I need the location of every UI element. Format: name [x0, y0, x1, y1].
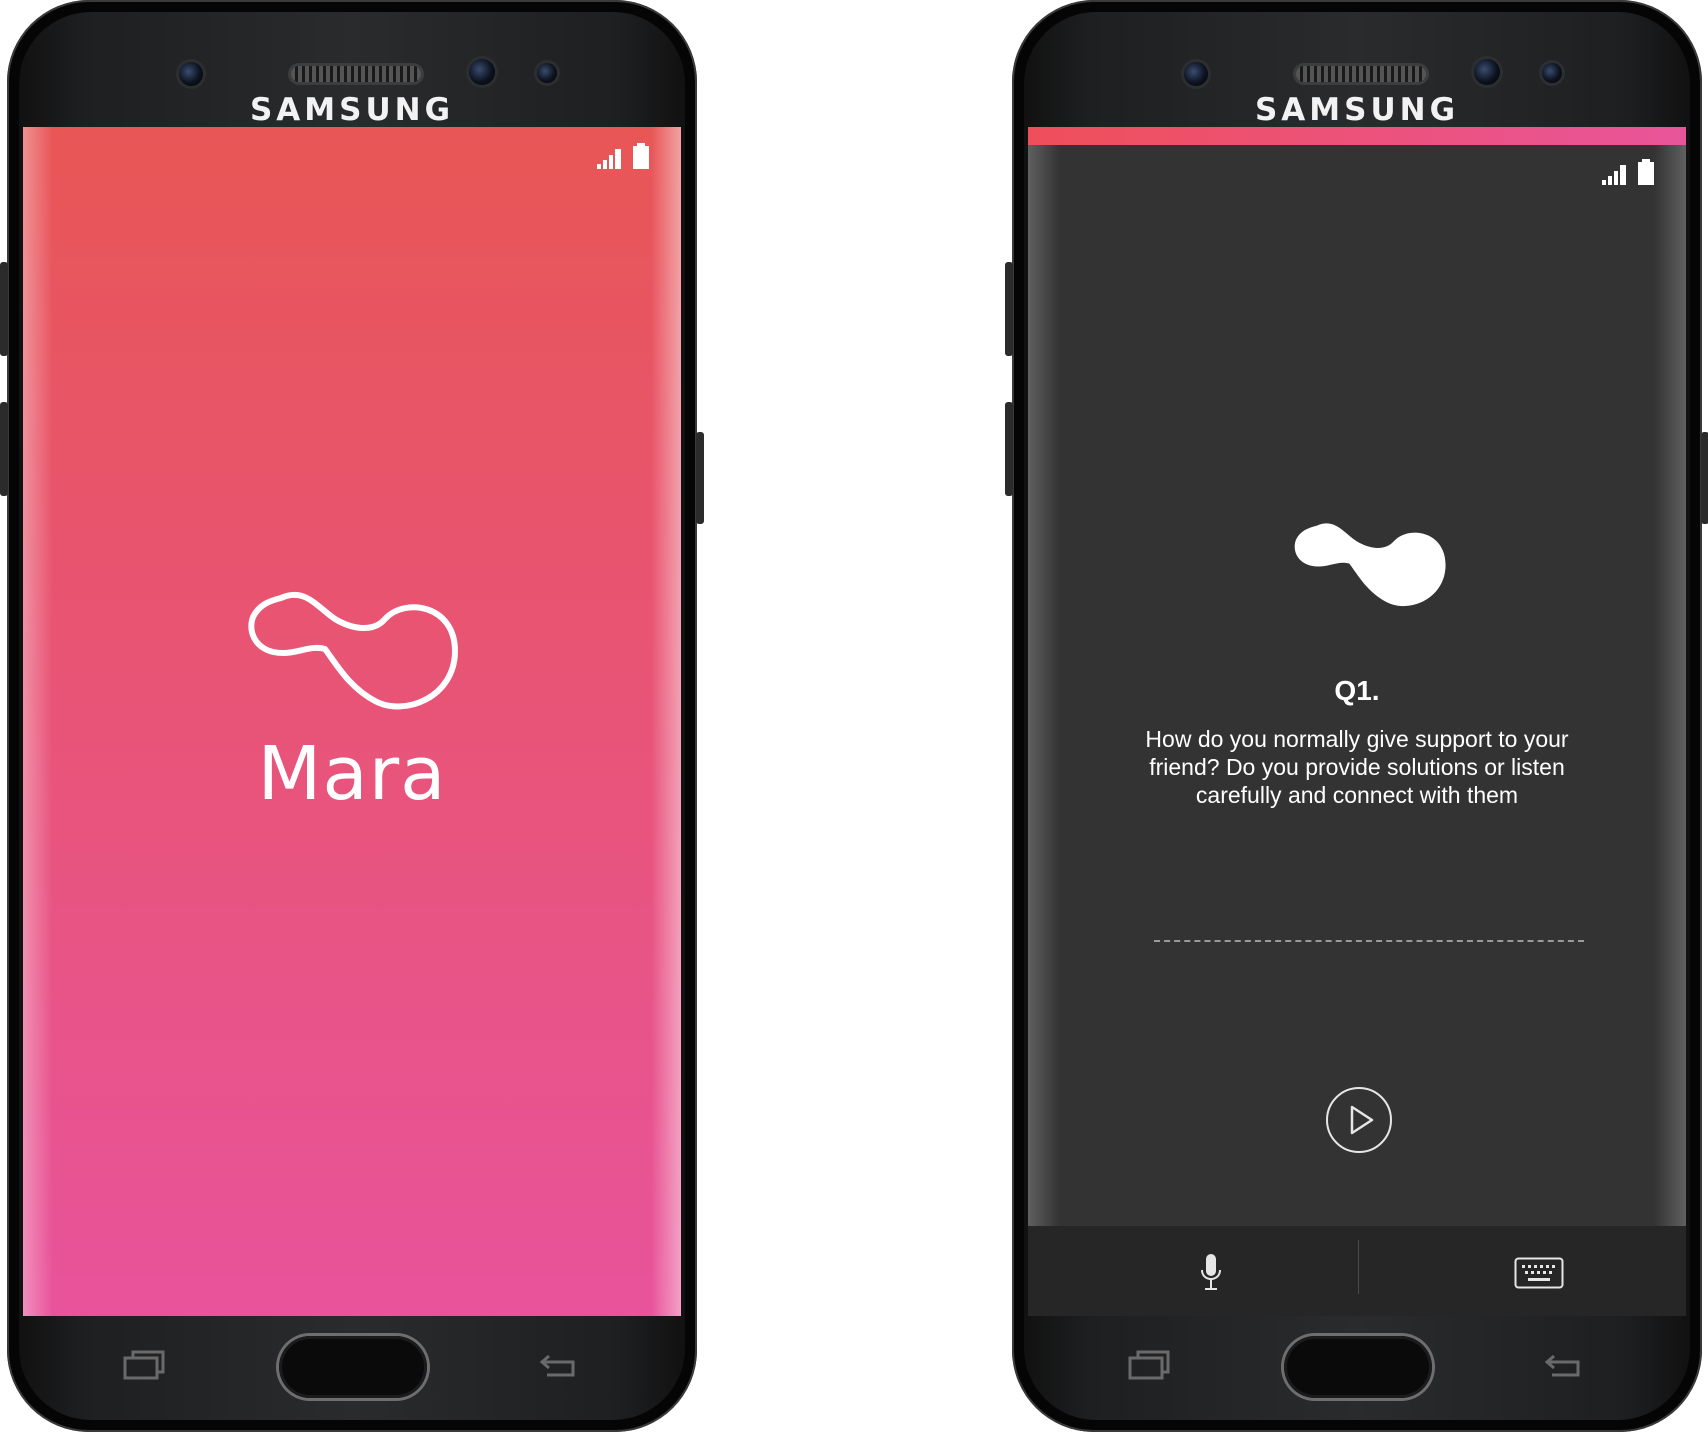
- question-number: Q1.: [1334, 675, 1380, 706]
- status-bar: [597, 143, 649, 169]
- question-screen: Q1. How do you normally give support to …: [1028, 127, 1686, 1316]
- back-icon[interactable]: [1544, 1352, 1582, 1378]
- back-icon[interactable]: [539, 1352, 577, 1378]
- volume-down-button: [0, 402, 8, 496]
- brand-logo: SAMSUNG: [249, 92, 455, 128]
- keyboard-icon[interactable]: [1514, 1257, 1564, 1289]
- signal-icon: [597, 149, 621, 169]
- splash-screen: Mara: [23, 127, 681, 1316]
- brand-logo: SAMSUNG: [1254, 92, 1460, 128]
- phone-bezel: SAMSUNG Mara: [19, 12, 685, 1420]
- microphone-icon[interactable]: [1200, 1254, 1222, 1292]
- play-icon: [1350, 1105, 1374, 1135]
- earpiece-speaker: [291, 66, 421, 82]
- right-phone-frame: SAMSUNG Q1. How do you normally give sup…: [1005, 0, 1708, 1432]
- battery-icon: [1638, 159, 1654, 185]
- sensor-icon: [1184, 62, 1208, 86]
- app-name: Mara: [257, 731, 447, 817]
- home-button[interactable]: [1284, 1336, 1432, 1398]
- accent-bar: [1028, 127, 1686, 145]
- power-button: [1701, 432, 1708, 524]
- front-camera-icon: [469, 59, 495, 85]
- recent-apps-icon[interactable]: [1128, 1350, 1170, 1380]
- edge-highlight-right: [1654, 145, 1686, 1316]
- edge-highlight-right: [651, 127, 681, 1316]
- edge-highlight-left: [23, 127, 53, 1316]
- left-phone-frame: SAMSUNG Mara: [0, 0, 704, 1432]
- battery-icon: [633, 143, 649, 169]
- volume-down-button: [1005, 402, 1013, 496]
- question-text: How do you normally give support to your…: [1145, 726, 1569, 808]
- earpiece-speaker: [1296, 66, 1426, 82]
- recent-apps-icon[interactable]: [123, 1350, 165, 1380]
- sensor-icon: [179, 62, 203, 86]
- mara-blob-filled-icon: [1294, 523, 1446, 607]
- input-mode-bar: [1028, 1226, 1686, 1316]
- play-button[interactable]: [1326, 1087, 1392, 1153]
- mara-blob-outline-icon: [248, 591, 458, 710]
- iris-sensor-icon: [537, 63, 557, 83]
- iris-sensor-icon: [1542, 63, 1562, 83]
- status-bar: [1602, 159, 1654, 185]
- home-button[interactable]: [279, 1336, 427, 1398]
- volume-up-button: [1005, 262, 1013, 356]
- phone-bezel: SAMSUNG Q1. How do you normally give sup…: [1024, 12, 1690, 1420]
- volume-up-button: [0, 262, 8, 356]
- signal-icon: [1602, 165, 1626, 185]
- front-camera-icon: [1474, 59, 1500, 85]
- edge-highlight-left: [1028, 145, 1060, 1316]
- answer-input-line[interactable]: [1154, 940, 1584, 942]
- power-button: [696, 432, 704, 524]
- input-divider: [1358, 1240, 1359, 1294]
